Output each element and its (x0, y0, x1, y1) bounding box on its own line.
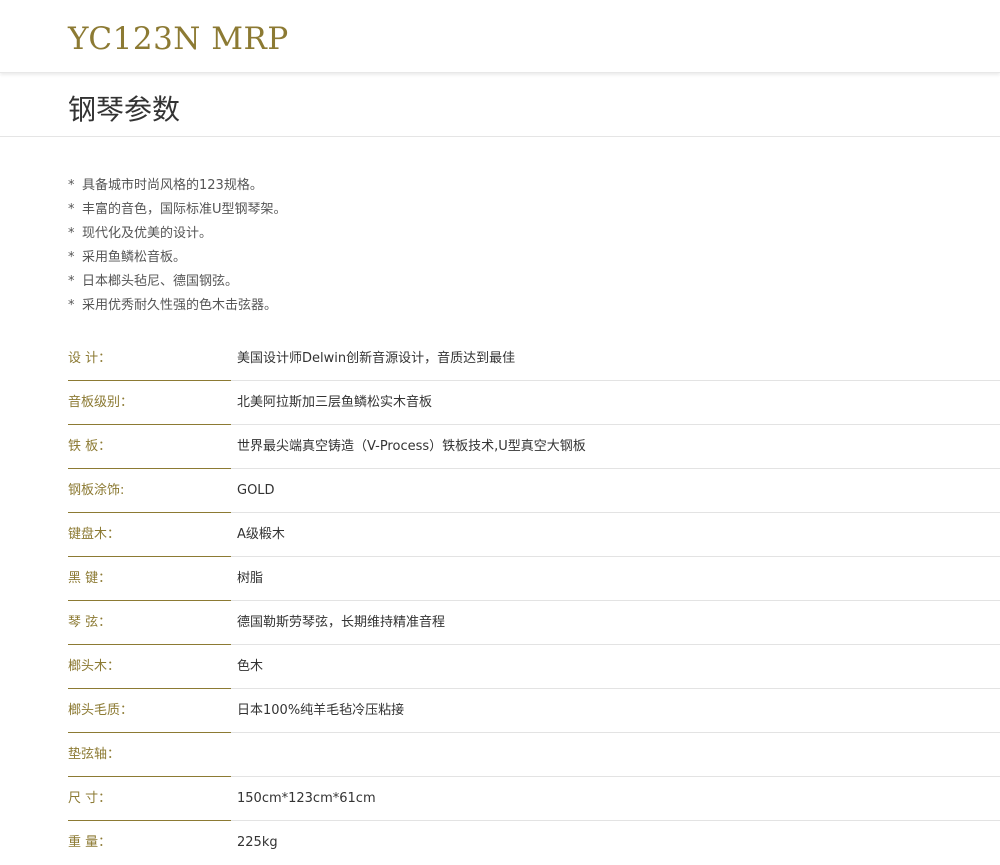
section-title: 钢琴参数 (68, 93, 181, 126)
spec-value: 德国勒斯劳琴弦，长期维持精准音程 (237, 615, 446, 630)
spec-row-string-bearing: 垫弦轴： (68, 733, 1000, 777)
spec-label: 榔头毛质： (68, 703, 134, 718)
spec-row-iron-plate: 铁 板： 世界最尖端真空铸造（V-Process）铁板技术,U型真空大钢板 (68, 425, 1000, 469)
spec-label: 设 计： (68, 351, 112, 366)
bullet-star: * (68, 298, 75, 313)
feature-item: * 日本榔头毡尼、德国钢弦。 (68, 271, 287, 295)
feature-item: * 采用优秀耐久性强的色木击弦器。 (68, 295, 287, 319)
spec-label: 黑 键： (68, 571, 112, 586)
spec-value: 150cm*123cm*61cm (237, 791, 376, 806)
feature-text: 采用鱼鳞松音板。 (82, 250, 187, 265)
bullet-star: * (68, 226, 75, 241)
model-title: YC123N MRP (68, 21, 289, 57)
spec-value: GOLD (237, 483, 275, 498)
page-header: YC123N MRP (0, 0, 1000, 73)
bullet-star: * (68, 178, 75, 193)
feature-text: 丰富的音色，国际标准U型钢琴架。 (82, 202, 287, 217)
spec-row-soundboard: 音板级别： 北美阿拉斯加三层鱼鳞松实木音板 (68, 381, 1000, 425)
bullet-star: * (68, 274, 75, 289)
spec-row-design: 设 计： 美国设计师Delwin创新音源设计，音质达到最佳 (68, 337, 1000, 381)
spec-row-strings: 琴 弦： 德国勒斯劳琴弦，长期维持精准音程 (68, 601, 1000, 645)
feature-item: * 采用鱼鳞松音板。 (68, 247, 287, 271)
feature-text: 现代化及优美的设计。 (82, 226, 213, 241)
spec-value: 色木 (237, 659, 264, 674)
spec-label: 榔头木： (68, 659, 121, 674)
section-divider (0, 136, 1000, 137)
feature-text: 采用优秀耐久性强的色木击弦器。 (82, 298, 278, 313)
spec-row-black-keys: 黑 键： 树脂 (68, 557, 1000, 601)
spec-value: 日本100%纯羊毛毡冷压粘接 (237, 703, 405, 718)
feature-item: * 丰富的音色，国际标准U型钢琴架。 (68, 199, 287, 223)
spec-label: 钢板涂饰: (68, 483, 125, 498)
spec-value: 225kg (237, 835, 278, 850)
spec-label: 重 量： (68, 835, 112, 850)
spec-row-dimensions: 尺 寸： 150cm*123cm*61cm (68, 777, 1000, 821)
feature-item: * 现代化及优美的设计。 (68, 223, 287, 247)
bullet-star: * (68, 250, 75, 265)
spec-label: 琴 弦： (68, 615, 112, 630)
feature-text: 日本榔头毡尼、德国钢弦。 (82, 274, 239, 289)
spec-label: 尺 寸： (68, 791, 112, 806)
bullet-star: * (68, 202, 75, 217)
spec-value: A级椴木 (237, 527, 285, 542)
spec-value: 美国设计师Delwin创新音源设计，音质达到最佳 (237, 351, 516, 366)
spec-label: 键盘木： (68, 527, 121, 542)
spec-row-hammer-felt: 榔头毛质： 日本100%纯羊毛毡冷压粘接 (68, 689, 1000, 733)
feature-item: * 具备城市时尚风格的123规格。 (68, 175, 287, 199)
spec-value: 树脂 (237, 571, 264, 586)
spec-row-plate-finish: 钢板涂饰: GOLD (68, 469, 1000, 513)
feature-text: 具备城市时尚风格的123规格。 (82, 178, 263, 193)
spec-row-hammer-wood: 榔头木： 色木 (68, 645, 1000, 689)
spec-label: 垫弦轴： (68, 747, 121, 762)
spec-value: 世界最尖端真空铸造（V-Process）铁板技术,U型真空大钢板 (237, 439, 586, 454)
spec-label: 音板级别： (68, 395, 134, 410)
spec-row-key-wood: 键盘木： A级椴木 (68, 513, 1000, 557)
spec-value: 北美阿拉斯加三层鱼鳞松实木音板 (237, 395, 433, 410)
spec-label: 铁 板： (68, 439, 112, 454)
spec-table: 设 计： 美国设计师Delwin创新音源设计，音质达到最佳 音板级别： 北美阿拉… (68, 337, 1000, 865)
feature-list: * 具备城市时尚风格的123规格。 * 丰富的音色，国际标准U型钢琴架。 * 现代化及… (68, 175, 287, 319)
spec-row-weight: 重 量： 225kg (68, 821, 1000, 865)
